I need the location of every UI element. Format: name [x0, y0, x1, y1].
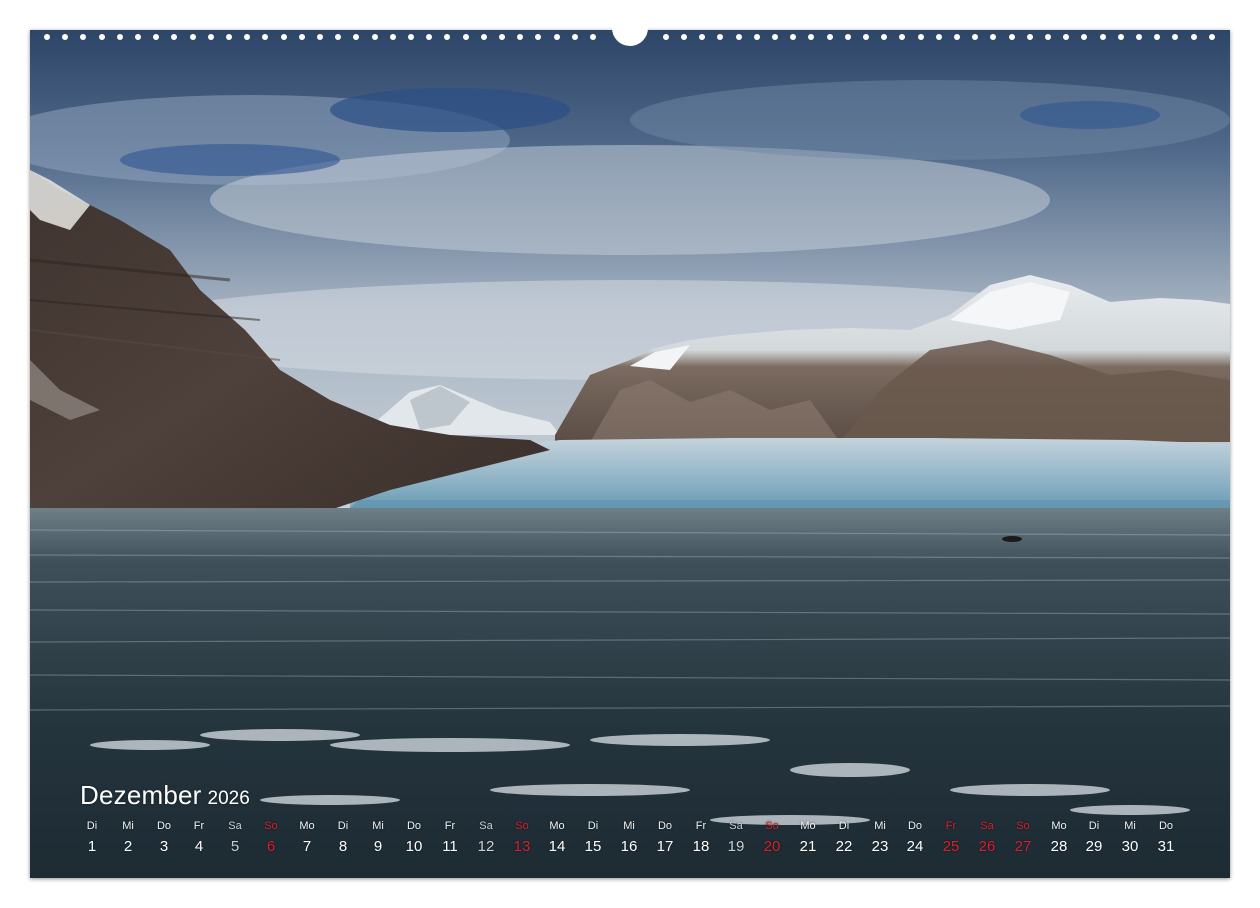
calendar-day: So 13	[505, 820, 539, 855]
day-number: 7	[302, 838, 312, 855]
day-number: 10	[405, 838, 423, 855]
landscape-photo	[30, 30, 1230, 878]
calendar-day: So 27	[1006, 820, 1040, 855]
day-number: 17	[656, 838, 674, 855]
calendar-day: Di 15	[576, 820, 610, 855]
calendar-day: Mi 2	[111, 820, 145, 855]
day-number: 20	[763, 838, 781, 855]
day-number: 25	[942, 838, 960, 855]
weekday-label: Sa	[228, 820, 242, 832]
day-number: 18	[692, 838, 710, 855]
weekday-label: Mi	[372, 820, 384, 832]
weekday-label: Di	[838, 820, 850, 832]
weekday-label: Di	[86, 820, 98, 832]
day-number: 23	[871, 838, 889, 855]
weekday-label: Mo	[299, 820, 315, 832]
day-number: 19	[727, 838, 745, 855]
day-number: 31	[1157, 838, 1175, 855]
weekday-label: So	[765, 820, 779, 832]
day-number: 28	[1050, 838, 1068, 855]
weekday-label: Do	[657, 820, 673, 832]
day-number: 15	[584, 838, 602, 855]
calendar-day: Mo 7	[290, 820, 324, 855]
calendar-day: Sa 5	[218, 820, 252, 855]
calendar-title: Dezember 2026	[80, 780, 250, 811]
calendar-day: So 20	[755, 820, 789, 855]
calendar-day: Mi 30	[1113, 820, 1147, 855]
weekday-label: Fr	[945, 820, 957, 832]
day-number: 11	[442, 838, 458, 855]
calendar-day: Sa 19	[719, 820, 753, 855]
day-number: 4	[194, 838, 204, 855]
weekday-label: Mi	[874, 820, 886, 832]
calendar-day: Fr 4	[182, 820, 216, 855]
day-number: 21	[799, 838, 817, 855]
calendar-day: Sa 12	[469, 820, 503, 855]
weekday-label: Mo	[549, 820, 565, 832]
day-number: 16	[620, 838, 638, 855]
calendar-day: Mi 16	[612, 820, 646, 855]
weekday-label: Fr	[695, 820, 707, 832]
weekday-label: So	[264, 820, 278, 832]
weekday-label: Sa	[729, 820, 743, 832]
weekday-label: Mo	[1051, 820, 1067, 832]
day-number: 5	[230, 838, 240, 855]
day-number: 3	[159, 838, 169, 855]
calendar-day: So 6	[254, 820, 288, 855]
weekday-label: Di	[1088, 820, 1100, 832]
weekday-label: Do	[907, 820, 923, 832]
calendar-day: Di 1	[75, 820, 109, 855]
weekday-label: Mo	[800, 820, 816, 832]
calendar-day: Fr 25	[934, 820, 968, 855]
day-number: 30	[1121, 838, 1139, 855]
calendar-day: Fr 18	[684, 820, 718, 855]
calendar-grid: Dezember 2026 Di 1 Mi 2 Do 3 Fr 4 Sa 5 So 6 Mo 7 Di 8 Mi 9…	[75, 780, 1195, 870]
calendar-day: Do 17	[648, 820, 682, 855]
day-number: 24	[906, 838, 924, 855]
calendar-day: Di 29	[1077, 820, 1111, 855]
weekday-label: Fr	[193, 820, 205, 832]
calendar-day: Do 31	[1149, 820, 1183, 855]
weekday-label: Fr	[444, 820, 456, 832]
weekday-label: Do	[406, 820, 422, 832]
weekday-label: Di	[587, 820, 599, 832]
day-number: 29	[1085, 838, 1103, 855]
weekday-label: Do	[156, 820, 172, 832]
day-row: Di 1 Mi 2 Do 3 Fr 4 Sa 5 So 6 Mo 7 Di 8 Mi 9 Do 10 Fr 11 Sa 12 S…	[75, 820, 1187, 862]
day-number: 26	[978, 838, 996, 855]
weekday-label: Mi	[122, 820, 134, 832]
weekday-label: So	[515, 820, 529, 832]
day-number: 12	[477, 838, 495, 855]
day-number: 14	[548, 838, 566, 855]
calendar-day: Do 24	[898, 820, 932, 855]
calendar-day: Mo 21	[791, 820, 825, 855]
calendar-day: Fr 11	[433, 820, 467, 855]
day-number: 2	[123, 838, 133, 855]
day-number: 13	[513, 838, 531, 855]
weekday-label: Sa	[980, 820, 994, 832]
day-number: 9	[373, 838, 383, 855]
day-number: 8	[338, 838, 348, 855]
day-number: 27	[1014, 838, 1032, 855]
day-number: 6	[266, 838, 276, 855]
calendar-day: Sa 26	[970, 820, 1004, 855]
calendar-day: Do 10	[397, 820, 431, 855]
weekday-label: Do	[1158, 820, 1174, 832]
calendar-day: Do 3	[147, 820, 181, 855]
day-number: 22	[835, 838, 853, 855]
calendar-day: Mi 9	[361, 820, 395, 855]
calendar-day: Mo 14	[540, 820, 574, 855]
day-number: 1	[87, 838, 97, 855]
weekday-label: So	[1016, 820, 1030, 832]
weekday-label: Sa	[479, 820, 493, 832]
weekday-label: Di	[337, 820, 349, 832]
calendar-day: Mo 28	[1042, 820, 1076, 855]
calendar-day: Mi 23	[863, 820, 897, 855]
year: 2026	[207, 788, 250, 809]
weekday-label: Mi	[1124, 820, 1136, 832]
weekday-label: Mi	[623, 820, 635, 832]
calendar-day: Di 8	[326, 820, 360, 855]
month-name: Dezember	[80, 780, 202, 810]
calendar-day: Di 22	[827, 820, 861, 855]
